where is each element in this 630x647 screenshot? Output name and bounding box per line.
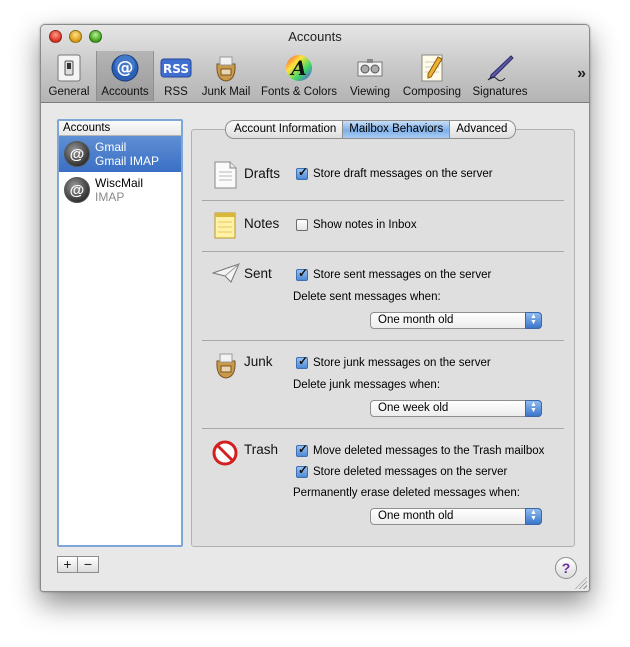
store-junk-label: Store junk messages on the server	[313, 357, 491, 369]
pen-icon	[484, 53, 516, 83]
delete-sent-popup[interactable]: One month old ▲ ▼	[370, 312, 542, 329]
toolbar-composing[interactable]: Composing	[399, 51, 465, 101]
delete-junk-value: One week old	[378, 402, 449, 414]
divider	[202, 200, 564, 201]
drafts-title: Drafts	[244, 166, 281, 181]
account-add-remove-bar: + −	[57, 556, 99, 573]
show-notes-checkbox-row[interactable]: Show notes in Inbox	[296, 219, 417, 231]
divider	[202, 251, 564, 252]
delete-junk-popup[interactable]: One week old ▲ ▼	[370, 400, 542, 417]
viewing-icon	[354, 53, 386, 83]
store-drafts-label: Store draft messages on the server	[313, 168, 493, 180]
account-name: WiscMail	[95, 176, 143, 190]
remove-account-button[interactable]: −	[78, 556, 99, 573]
toolbar-label: Signatures	[472, 86, 528, 98]
store-sent-checkbox-row[interactable]: Store sent messages on the server	[296, 266, 492, 281]
sent-title: Sent	[244, 266, 272, 281]
notes-icon	[212, 210, 240, 240]
toolbar-junk-mail[interactable]: Junk Mail	[197, 51, 255, 101]
toolbar-fonts-colors[interactable]: A Fonts & Colors	[257, 51, 341, 101]
tab-mailbox-behaviors[interactable]: Mailbox Behaviors	[343, 120, 451, 139]
switch-icon	[53, 53, 85, 83]
svg-text:@: @	[117, 58, 134, 78]
tab-account-information[interactable]: Account Information	[225, 120, 344, 139]
account-at-icon: @	[64, 141, 90, 167]
divider	[202, 428, 564, 429]
store-drafts-checkbox-row[interactable]: Store draft messages on the server	[296, 165, 493, 180]
delete-junk-label: Delete junk messages when:	[293, 379, 441, 391]
account-at-icon: @	[64, 177, 90, 203]
toolbar-general[interactable]: General	[45, 51, 93, 101]
window-title: Accounts	[288, 29, 342, 44]
drafts-icon	[212, 160, 240, 190]
store-sent-checkbox[interactable]	[296, 266, 308, 281]
show-notes-checkbox[interactable]	[296, 219, 308, 231]
tab-advanced[interactable]: Advanced	[450, 120, 517, 139]
move-deleted-checkbox[interactable]	[296, 442, 308, 457]
notes-title: Notes	[244, 216, 280, 231]
trash-title: Trash	[244, 442, 279, 457]
delete-sent-value: One month old	[378, 314, 454, 326]
toolbar-rss[interactable]: RSS RSS	[155, 51, 197, 101]
junk-bag-icon	[212, 350, 240, 380]
updown-arrows-icon: ▲ ▼	[525, 400, 542, 417]
accounts-list: Accounts @ Gmail Gmail IMAP @ WiscMail I…	[57, 119, 183, 547]
show-notes-label: Show notes in Inbox	[313, 219, 417, 231]
at-icon: @	[109, 53, 141, 83]
store-junk-checkbox-row[interactable]: Store junk messages on the server	[296, 354, 491, 369]
color-font-icon: A	[283, 53, 315, 83]
divider	[202, 340, 564, 341]
accounts-list-header: Accounts	[59, 121, 181, 136]
account-row-wiscmail[interactable]: @ WiscMail IMAP	[59, 172, 181, 208]
toolbar-label: General	[48, 86, 90, 98]
erase-deleted-value: One month old	[378, 510, 454, 522]
toolbar-label: Viewing	[349, 86, 391, 98]
erase-deleted-label: Permanently erase deleted messages when:	[293, 487, 520, 499]
svg-text:A: A	[289, 56, 307, 80]
move-deleted-label: Move deleted messages to the Trash mailb…	[313, 445, 545, 457]
junk-title: Junk	[244, 354, 273, 369]
toolbar-label: Fonts & Colors	[260, 86, 338, 98]
toolbar-label: Accounts	[101, 86, 149, 98]
store-deleted-checkbox-row[interactable]: Store deleted messages on the server	[296, 463, 508, 478]
move-deleted-checkbox-row[interactable]: Move deleted messages to the Trash mailb…	[296, 442, 545, 457]
toolbar-label: Junk Mail	[201, 86, 251, 98]
toolbar-signatures[interactable]: Signatures	[469, 51, 531, 101]
store-drafts-checkbox[interactable]	[296, 165, 308, 180]
updown-arrows-icon: ▲ ▼	[525, 312, 542, 329]
help-button[interactable]: ?	[555, 557, 577, 579]
resize-grip[interactable]	[575, 577, 587, 589]
store-deleted-label: Store deleted messages on the server	[313, 466, 508, 478]
store-deleted-checkbox[interactable]	[296, 463, 308, 478]
delete-sent-label: Delete sent messages when:	[293, 291, 441, 303]
toolbar-overflow-button[interactable]: »	[577, 65, 586, 83]
account-type: Gmail IMAP	[95, 154, 160, 168]
svg-text:RSS: RSS	[163, 62, 189, 76]
sent-paper-plane-icon	[211, 262, 240, 292]
tab-bar: Account Information Mailbox Behaviors Ad…	[225, 120, 517, 139]
account-name: Gmail	[95, 140, 127, 154]
toolbar-label: RSS	[164, 86, 188, 98]
account-row-gmail[interactable]: @ Gmail Gmail IMAP	[59, 136, 181, 172]
toolbar-label: Composing	[402, 86, 462, 98]
store-sent-label: Store sent messages on the server	[313, 269, 492, 281]
rss-icon: RSS	[160, 53, 192, 83]
toolbar-viewing[interactable]: Viewing	[345, 51, 395, 101]
notepad-pencil-icon	[416, 53, 448, 83]
add-account-button[interactable]: +	[57, 556, 78, 573]
account-type: IMAP	[95, 190, 125, 204]
erase-deleted-popup[interactable]: One month old ▲ ▼	[370, 508, 542, 525]
updown-arrows-icon: ▲ ▼	[525, 508, 542, 525]
preferences-window: Accounts General @ Accounts RSS RSS Junk…	[40, 24, 590, 592]
store-junk-checkbox[interactable]	[296, 354, 308, 369]
junk-bag-icon	[210, 53, 242, 83]
toolbar-accounts[interactable]: @ Accounts	[96, 51, 154, 101]
mailbox-behaviors-panel: Drafts Store draft messages on the serve…	[191, 129, 575, 547]
trash-prohibited-icon	[212, 440, 240, 470]
title-bar: Accounts General @ Accounts RSS RSS Junk…	[41, 25, 589, 103]
